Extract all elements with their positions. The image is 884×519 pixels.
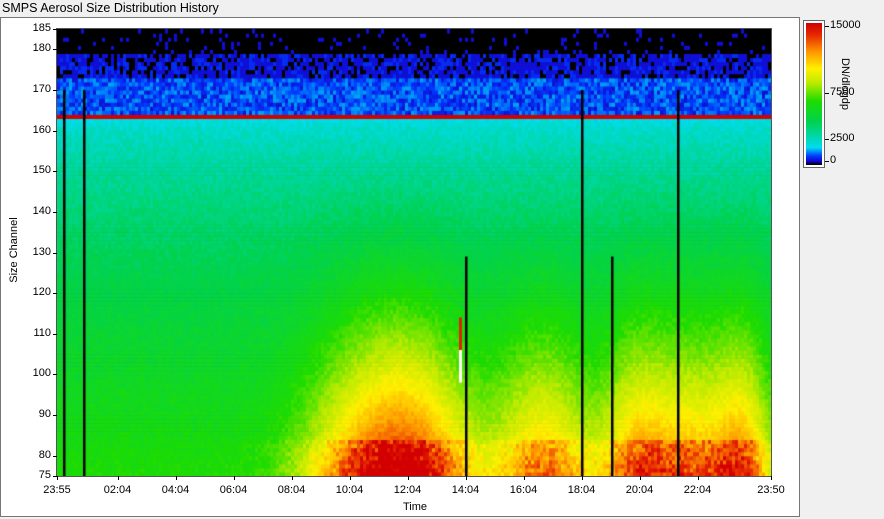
colorbar-tick-label: 15000: [830, 19, 861, 31]
y-tick-label: 80: [38, 448, 51, 461]
colorbar-tick-label: 0: [830, 154, 837, 166]
y-tick-mark: [53, 374, 57, 376]
y-tick-label: 75: [38, 469, 51, 481]
x-tick-label: 23:50: [757, 484, 785, 496]
x-tick-mark: [407, 476, 409, 480]
y-tick-mark: [53, 211, 57, 213]
x-tick-label: 08:04: [277, 484, 306, 496]
x-tick-label: 02:04: [103, 484, 132, 496]
x-tick-mark: [465, 476, 467, 480]
x-tick-label: 14:04: [451, 484, 480, 496]
x-tick-mark: [57, 476, 58, 480]
x-tick-label: 18:04: [567, 484, 596, 496]
y-tick-mark: [53, 89, 57, 91]
x-tick-mark: [233, 476, 235, 480]
x-tick-mark: [771, 476, 772, 480]
x-tick-label: 23:55: [43, 484, 71, 496]
y-tick-label: 120: [32, 286, 51, 299]
x-tick-mark: [117, 476, 119, 480]
y-tick-label: 150: [32, 164, 51, 177]
x-tick-mark: [697, 476, 699, 480]
colorbar-tick-mark: [825, 93, 829, 94]
y-tick-mark: [53, 455, 57, 457]
x-tick-label: 10:04: [335, 484, 364, 496]
y-tick-mark: [53, 333, 57, 335]
x-axis-label: Time: [402, 501, 428, 513]
x-tick-mark: [639, 476, 641, 480]
y-tick-mark: [53, 49, 57, 51]
x-tick-mark: [291, 476, 293, 480]
y-tick-mark: [53, 29, 57, 30]
y-tick-label: 140: [32, 204, 51, 217]
x-tick-label: 22:04: [683, 484, 712, 496]
y-tick-label: 90: [38, 408, 51, 421]
y-axis-label: Size Channel: [8, 217, 20, 283]
x-tick-mark: [175, 476, 177, 480]
x-tick-label: 12:04: [393, 484, 422, 496]
colorbar-tick-mark: [825, 139, 829, 140]
x-tick-mark: [349, 476, 351, 480]
x-tick-mark: [581, 476, 583, 480]
y-tick-label: 110: [33, 326, 51, 339]
y-tick-label: 180: [32, 42, 51, 55]
y-tick-mark: [53, 293, 57, 295]
colorbar: [803, 20, 825, 168]
heatmap-plot-area[interactable]: [56, 28, 772, 477]
colorbar-tick-mark: [825, 161, 829, 162]
y-tick-mark: [53, 130, 57, 132]
x-tick-label: 20:04: [625, 484, 654, 496]
colorbar-tick-mark: [825, 26, 829, 27]
colorbar-gradient: [806, 23, 822, 165]
y-tick-label: 160: [32, 123, 51, 136]
y-tick-label: 170: [32, 82, 51, 95]
colorbar-label: DN/dlogdp: [839, 58, 851, 110]
y-tick-label: 185: [32, 22, 51, 34]
x-tick-mark: [523, 476, 525, 480]
window-title: SMPS Aerosol Size Distribution History: [2, 1, 219, 15]
heatmap-canvas: [57, 29, 771, 476]
x-tick-label: 04:04: [161, 484, 190, 496]
y-tick-label: 100: [32, 367, 51, 380]
y-tick-mark: [53, 415, 57, 417]
x-tick-label: 16:04: [509, 484, 538, 496]
colorbar-tick-label: 2500: [830, 132, 855, 144]
y-tick-mark: [53, 171, 57, 173]
y-tick-mark: [53, 252, 57, 254]
x-tick-label: 06:04: [219, 484, 248, 496]
y-tick-label: 130: [32, 245, 51, 258]
